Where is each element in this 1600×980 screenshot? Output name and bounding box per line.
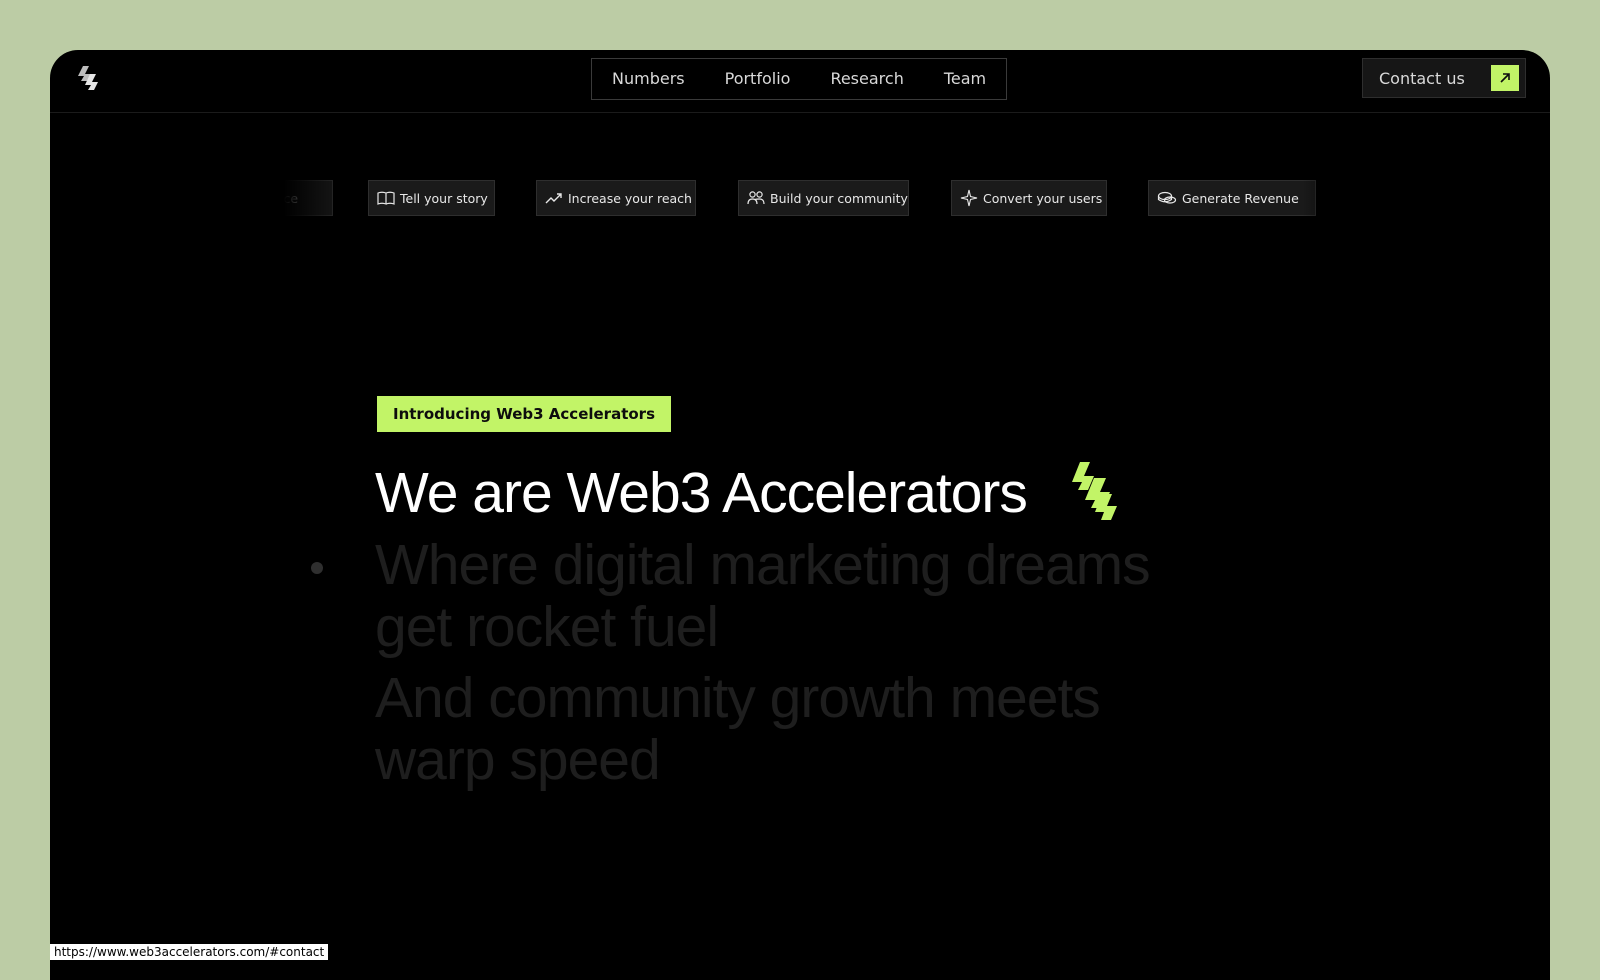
- hero-subline-3: And community growth meets: [375, 666, 1101, 730]
- ticker-chip-label: Increase your reach: [568, 190, 692, 206]
- brand-logo-icon[interactable]: [72, 64, 104, 96]
- ticker-chip-increase-reach: Increase your reach: [536, 180, 696, 216]
- ticker-chip-tell-story: Tell your story: [368, 180, 495, 216]
- users-icon: [747, 191, 765, 205]
- ticker-chip-label: Generate Revenue: [1182, 190, 1299, 206]
- main-nav: Numbers Portfolio Research Team: [591, 58, 1008, 100]
- hero-subline-4: warp speed: [375, 728, 661, 792]
- book-icon: [377, 191, 395, 205]
- hero-subline-2: get rocket fuel: [375, 595, 719, 659]
- arrow-up-right-icon: [1491, 65, 1519, 91]
- hero-subline-1: Where digital marketing dreams: [375, 533, 1151, 597]
- hero-headline: We are Web3 Accelerators: [375, 461, 1028, 525]
- status-bar-url: https://www.web3accelerators.com/#contac…: [50, 944, 329, 960]
- feature-ticker: voice Tell your story Increase your reac…: [277, 178, 1372, 218]
- browser-frame: Numbers Portfolio Research Team Contact …: [50, 50, 1550, 980]
- trend-up-icon: [545, 193, 562, 204]
- ticker-chip-build-community: Build your community: [738, 180, 909, 216]
- ticker-chip-label: Convert your users: [983, 190, 1103, 206]
- sparkle-icon: [960, 189, 978, 207]
- intro-badge: Introducing Web3 Accelerators: [377, 396, 672, 432]
- ticker-chip-generate-revenue: Generate Revenue: [1148, 180, 1316, 216]
- ticker-fade-right: [1302, 178, 1372, 218]
- ticker-chip-label: Tell your story: [400, 190, 488, 206]
- lightning-logo-icon: [1064, 460, 1124, 522]
- contact-us-label: Contact us: [1379, 68, 1465, 88]
- nav-item-numbers[interactable]: Numbers: [592, 59, 705, 99]
- ticker-chip-label: Build your community: [770, 190, 908, 206]
- ticker-chip-convert-users: Convert your users: [951, 180, 1107, 216]
- coins-icon: [1157, 191, 1177, 204]
- ticker-fade-left: [277, 178, 347, 218]
- nav-item-portfolio[interactable]: Portfolio: [705, 59, 811, 99]
- contact-us-button[interactable]: Contact us: [1362, 58, 1526, 98]
- slide-indicator-dot[interactable]: [311, 562, 323, 574]
- nav-item-research[interactable]: Research: [810, 59, 923, 99]
- nav-item-team[interactable]: Team: [924, 59, 1006, 99]
- top-navigation-bar: Numbers Portfolio Research Team Contact …: [50, 50, 1550, 113]
